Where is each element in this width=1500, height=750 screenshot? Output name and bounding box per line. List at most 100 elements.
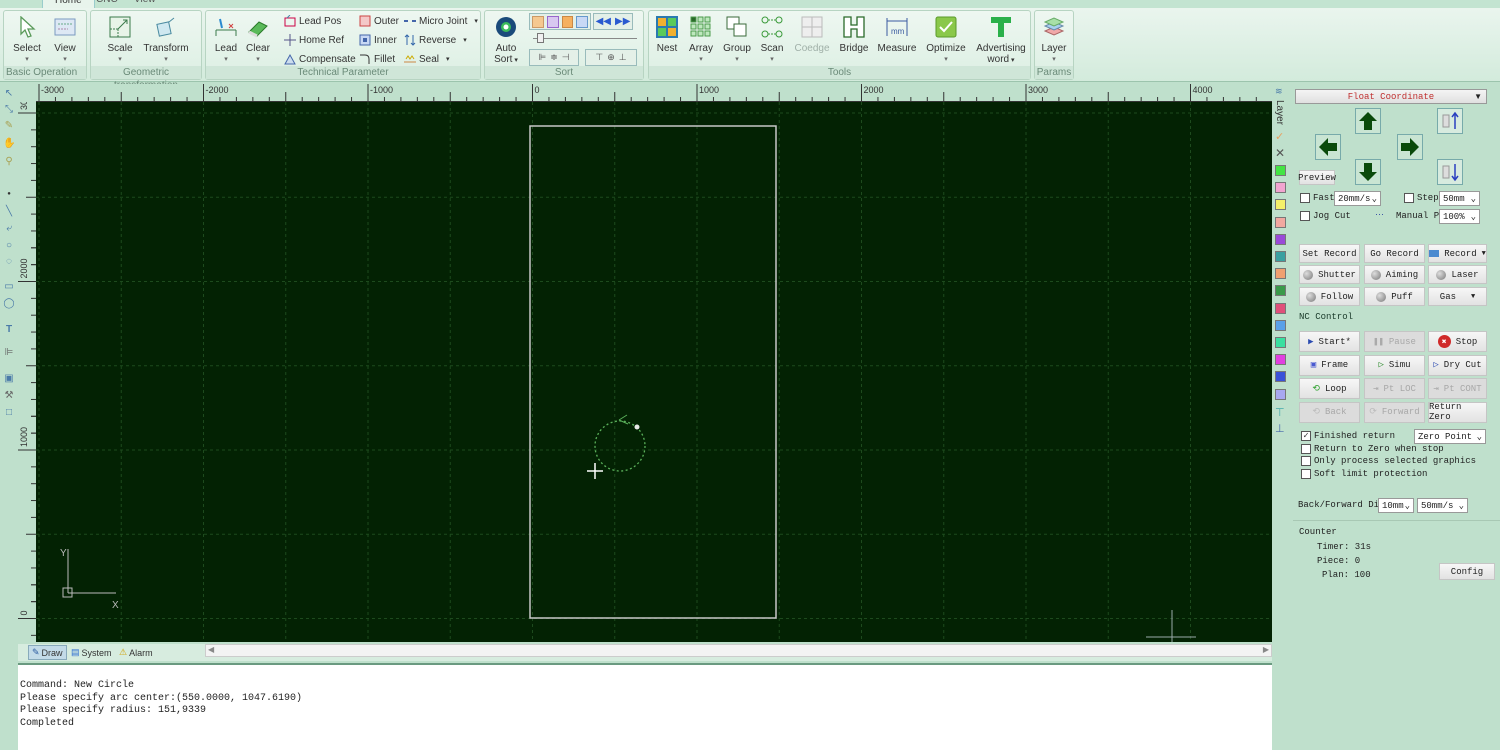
auto-sort-button[interactable]: Auto Sort ▾	[489, 15, 523, 66]
fast-forward-icon[interactable]: ▶▶	[615, 16, 630, 27]
back-button[interactable]: ⟲ Back	[1299, 401, 1360, 423]
layer-color-swatch[interactable]	[1275, 251, 1286, 262]
gas-dropdown-button[interactable]: Gas ▼	[1428, 287, 1487, 306]
lead-pos-button[interactable]: Lead Pos	[284, 14, 341, 27]
laser-button[interactable]: Laser	[1428, 265, 1487, 284]
bottom-layer-icon[interactable]: ⊥	[1275, 422, 1285, 435]
align-top-icon[interactable]: ⊤	[595, 52, 603, 63]
loop-button[interactable]: ⟲ Loop	[1299, 378, 1360, 399]
shutter-button[interactable]: Shutter	[1299, 265, 1360, 284]
layer-color-swatch[interactable]	[1275, 302, 1286, 314]
return-zero-button[interactable]: Return Zero	[1428, 401, 1487, 423]
soft-limit-protection-checkbox[interactable]: Soft limit protection	[1301, 468, 1427, 479]
more-options-button[interactable]: ···	[1375, 209, 1384, 219]
fast-checkbox-box[interactable]	[1300, 193, 1310, 203]
reverse-button[interactable]: Reverse ▾	[404, 34, 467, 46]
rewind-icon[interactable]: ◀◀	[596, 16, 611, 27]
drawing-canvas[interactable]: Y X	[36, 102, 1272, 642]
horizontal-scrollbar[interactable]: ◀ ▶	[205, 644, 1272, 657]
finished-return-target-select[interactable]: Zero Point ⌄	[1414, 429, 1486, 444]
jog-cut-checkbox[interactable]: Jog Cut	[1300, 211, 1351, 221]
finished-return-checkbox[interactable]: ✓ Finished return	[1301, 431, 1395, 441]
group-button[interactable]: Group ▾	[721, 15, 753, 65]
optimize-button[interactable]: Optimize ▾	[925, 15, 967, 65]
follow-button[interactable]: Follow	[1299, 287, 1360, 306]
tab-draw[interactable]: ✎ Draw	[28, 645, 67, 660]
return-to-zero-when-stop-checkbox[interactable]: Return to Zero when stop	[1301, 443, 1444, 454]
step-distance-select[interactable]: 50mm ⌄	[1439, 191, 1480, 206]
inner-button[interactable]: Inner	[359, 34, 397, 46]
pointer-icon[interactable]: ↖	[3, 88, 15, 100]
bitmap-icon[interactable]: ▣	[3, 373, 15, 385]
ellipse-icon[interactable]: ◯	[3, 298, 15, 310]
align-center-icon[interactable]: ≑	[550, 52, 558, 63]
circle-icon[interactable]: ○	[3, 240, 15, 252]
line-icon[interactable]: ╲	[3, 206, 15, 218]
rectangle-icon[interactable]: ▭	[3, 281, 15, 293]
lead-button[interactable]: Lead ▾	[212, 15, 240, 65]
tab-alarm[interactable]: ⚠ Alarm	[116, 645, 156, 660]
align-bottom-icon[interactable]: ⊥	[619, 52, 627, 63]
scroll-right-icon[interactable]: ▶	[1263, 645, 1269, 654]
soft-limit-protection-checkbox-box[interactable]	[1301, 468, 1311, 479]
zoom-icon[interactable]: ⚲	[3, 156, 15, 168]
return-to-zero-when-stop-checkbox-box[interactable]	[1301, 443, 1311, 454]
layer-color-swatch[interactable]	[1275, 285, 1286, 297]
align-left-icon[interactable]: ⊫	[538, 52, 546, 63]
jog-up-button[interactable]	[1355, 108, 1381, 134]
jog-down-button[interactable]	[1355, 159, 1381, 185]
micro-joint-button[interactable]: Micro Joint ▾	[404, 15, 478, 27]
bridge-button[interactable]: Bridge	[837, 15, 871, 54]
z-down-button[interactable]	[1437, 159, 1463, 185]
sort-mode-2-icon[interactable]	[546, 15, 559, 28]
aiming-button[interactable]: Aiming	[1364, 265, 1425, 284]
step-checkbox-box[interactable]	[1404, 193, 1414, 203]
pt-loc-button[interactable]: ⇥ Pt LOC	[1364, 378, 1425, 399]
layer-color-swatch[interactable]	[1275, 199, 1286, 211]
preview-button[interactable]: Preview	[1298, 170, 1336, 185]
tab-view[interactable]: View	[122, 0, 168, 8]
tab-system[interactable]: ▤ System	[68, 645, 115, 660]
measure-button[interactable]: mm Measure	[877, 15, 917, 54]
arc-icon[interactable]: ◌	[3, 256, 15, 268]
pause-button[interactable]: ❚❚ Pause	[1364, 331, 1425, 352]
sort-slider[interactable]	[533, 33, 637, 43]
view-button[interactable]: View ▾	[50, 15, 80, 65]
layer-color-swatch[interactable]	[1275, 388, 1286, 400]
lasso-icon[interactable]: ✎	[3, 120, 15, 132]
array-button[interactable]: Array ▾	[687, 15, 715, 65]
record-dropdown-button[interactable]: Record ▼	[1428, 244, 1487, 263]
set-record-button[interactable]: Set Record	[1299, 244, 1360, 263]
layer-color-swatch[interactable]	[1275, 337, 1286, 348]
sort-mode-4-icon[interactable]	[576, 15, 588, 28]
pt-cont-button[interactable]: ⇥ Pt CONT	[1428, 378, 1487, 399]
text-tool-icon[interactable]: T	[3, 324, 15, 336]
magic-wand-icon[interactable]: ⚒	[3, 390, 15, 402]
fast-speed-select[interactable]: 20mm/s ⌄	[1334, 191, 1381, 206]
fast-checkbox[interactable]: Fast	[1300, 193, 1335, 203]
fillet-button[interactable]: Fillet	[359, 53, 395, 65]
layer-color-swatch[interactable]	[1275, 354, 1286, 366]
layer-color-swatch[interactable]	[1275, 233, 1286, 245]
outer-button[interactable]: Outer	[359, 15, 399, 27]
stop-button[interactable]: ✖ Stop	[1428, 331, 1487, 352]
only-process-selected-checkbox-box[interactable]	[1301, 456, 1311, 466]
coedge-button[interactable]: Coedge	[792, 15, 832, 54]
back-forward-speed-select[interactable]: 50mm/s ⌄	[1417, 498, 1468, 513]
compensate-button[interactable]: Compensate	[284, 53, 356, 65]
only-process-selected-checkbox[interactable]: Only process selected graphics	[1301, 456, 1476, 466]
layer-color-swatch[interactable]	[1275, 165, 1286, 176]
sort-mode-3-icon[interactable]	[561, 15, 574, 28]
advertising-word-button[interactable]: Advertising word ▾	[973, 15, 1029, 66]
go-record-button[interactable]: Go Record	[1364, 244, 1425, 263]
start-button[interactable]: ▶ Start*	[1299, 331, 1360, 352]
nest-button[interactable]: Nest	[653, 15, 681, 54]
layer-button[interactable]: Layer ▾	[1039, 15, 1069, 65]
check-icon[interactable]: ✓	[1275, 130, 1284, 143]
clear-button[interactable]: Clear ▾	[244, 15, 272, 65]
coordinate-mode-dropdown[interactable]: Float Coordinate ▼	[1295, 89, 1487, 104]
text-layer-icon[interactable]: ⊤	[1275, 406, 1285, 419]
puff-button[interactable]: Puff	[1364, 287, 1425, 306]
back-forward-distance-select[interactable]: 10mm ⌄	[1378, 498, 1414, 513]
dry-cut-button[interactable]: ▷ Dry Cut	[1428, 354, 1487, 376]
